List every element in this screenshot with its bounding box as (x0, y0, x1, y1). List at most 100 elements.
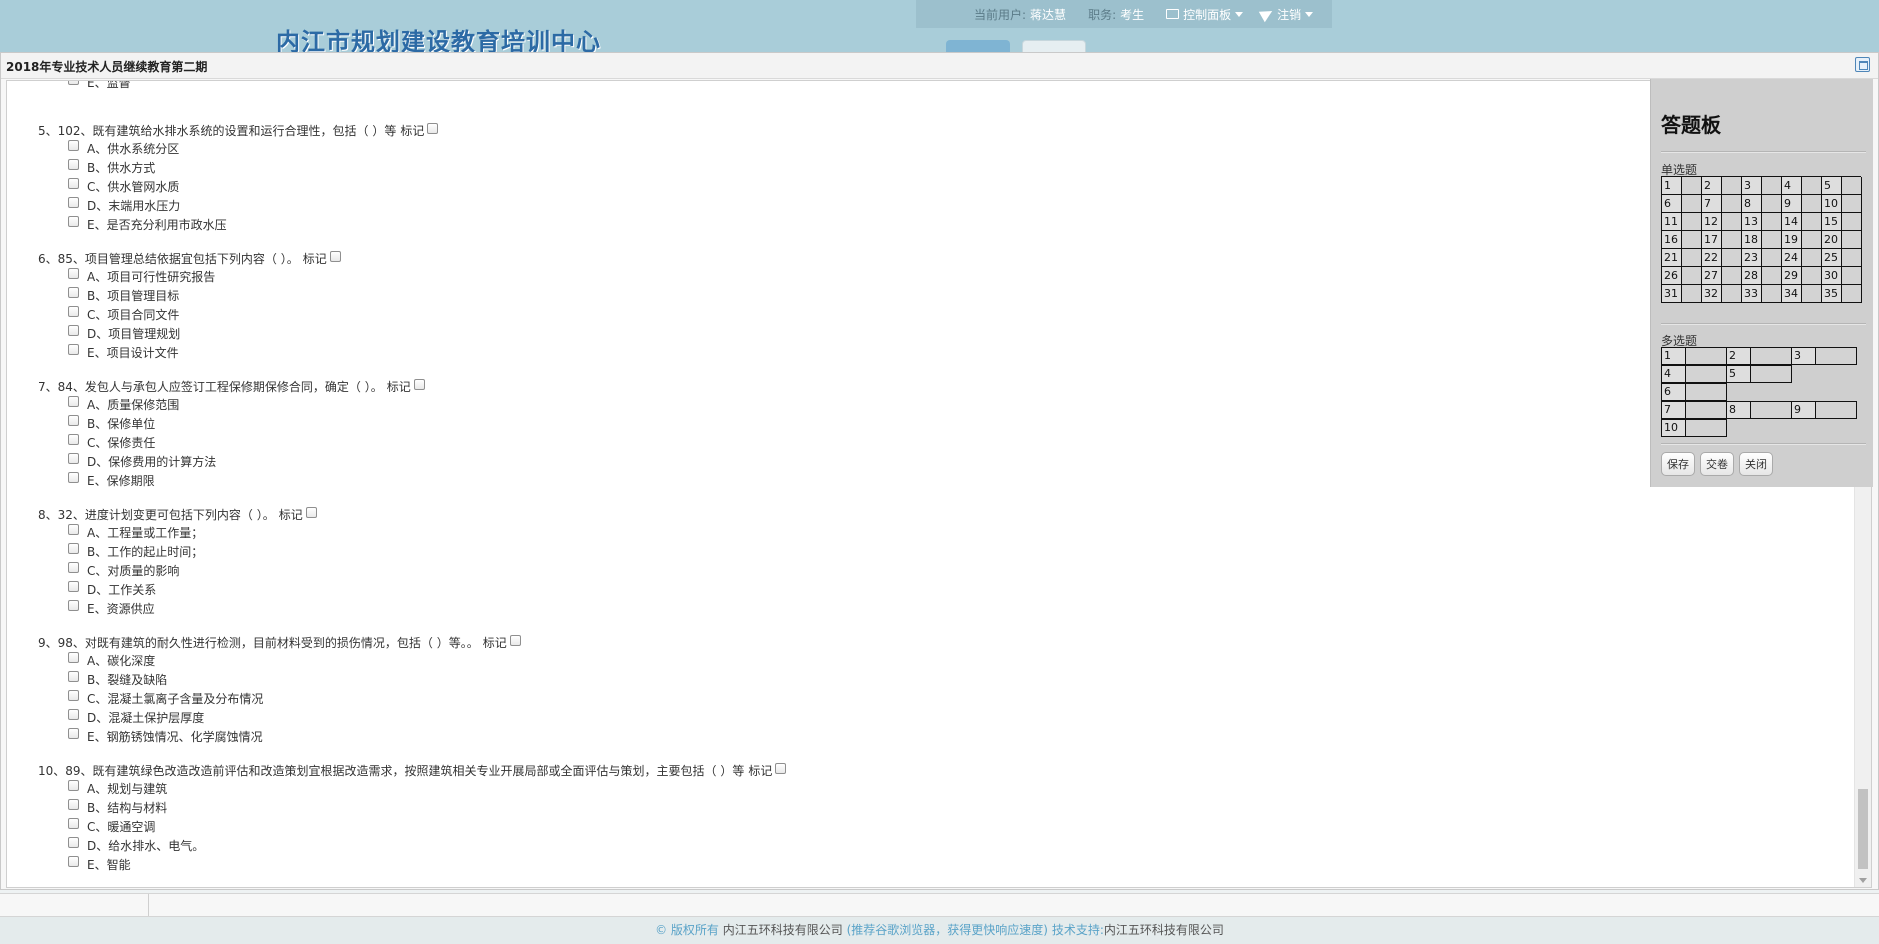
single-question-number[interactable]: 4 (1782, 177, 1802, 195)
answer-option[interactable]: D、工作关系 (38, 580, 317, 599)
single-question-number[interactable]: 26 (1662, 267, 1682, 285)
single-question-number[interactable]: 30 (1822, 267, 1842, 285)
multi-question-number[interactable]: 9 (1791, 401, 1816, 419)
mark-checkbox[interactable] (509, 634, 521, 646)
option-checkbox[interactable] (68, 671, 79, 682)
scroll-down-icon[interactable] (1859, 878, 1867, 883)
option-checkbox[interactable] (68, 306, 79, 317)
answer-option[interactable]: B、供水方式 (38, 158, 438, 177)
single-question-number[interactable]: 29 (1782, 267, 1802, 285)
option-checkbox[interactable] (68, 562, 79, 573)
option-checkbox[interactable] (68, 178, 79, 189)
option-checkbox[interactable] (68, 799, 79, 810)
multi-question-number[interactable]: 4 (1661, 365, 1686, 383)
single-question-number[interactable]: 15 (1822, 213, 1842, 231)
answer-option[interactable]: A、供水系统分区 (38, 139, 438, 158)
single-question-number[interactable]: 34 (1782, 285, 1802, 303)
single-question-number[interactable]: 13 (1742, 213, 1762, 231)
answer-option[interactable]: C、项目合同文件 (38, 305, 341, 324)
multi-question-number[interactable]: 7 (1661, 401, 1686, 419)
answer-option[interactable]: D、保修费用的计算方法 (38, 452, 425, 471)
option-checkbox[interactable] (68, 837, 79, 848)
option-checkbox[interactable] (68, 453, 79, 464)
answer-option[interactable]: A、工程量或工作量； (38, 523, 317, 542)
answer-option[interactable]: E、资源供应 (38, 599, 317, 618)
option-checkbox[interactable] (68, 780, 79, 791)
single-question-number[interactable]: 7 (1702, 195, 1722, 213)
option-checkbox[interactable] (68, 81, 79, 85)
multi-question-number[interactable]: 8 (1726, 401, 1751, 419)
single-question-number[interactable]: 27 (1702, 267, 1722, 285)
answer-option[interactable]: D、混凝土保护层厚度 (38, 708, 521, 727)
option-checkbox[interactable] (68, 690, 79, 701)
answer-option[interactable]: E、保修期限 (38, 471, 425, 490)
single-question-number[interactable]: 23 (1742, 249, 1762, 267)
option-checkbox[interactable] (68, 396, 79, 407)
mark-checkbox[interactable] (775, 762, 787, 774)
maximize-icon[interactable] (1855, 57, 1870, 72)
single-question-number[interactable]: 25 (1822, 249, 1842, 267)
option-checkbox[interactable] (68, 652, 79, 663)
answer-option[interactable]: E、监督 (38, 81, 131, 92)
single-question-number[interactable]: 21 (1662, 249, 1682, 267)
multi-question-number[interactable]: 6 (1661, 383, 1686, 401)
answer-option[interactable]: A、项目可行性研究报告 (38, 267, 341, 286)
multi-question-number[interactable]: 1 (1661, 347, 1686, 365)
option-checkbox[interactable] (68, 581, 79, 592)
single-question-number[interactable]: 20 (1822, 231, 1842, 249)
single-question-number[interactable]: 11 (1662, 213, 1682, 231)
single-question-number[interactable]: 19 (1782, 231, 1802, 249)
option-checkbox[interactable] (68, 325, 79, 336)
multi-question-number[interactable]: 10 (1661, 419, 1686, 437)
option-checkbox[interactable] (68, 818, 79, 829)
option-checkbox[interactable] (68, 709, 79, 720)
answer-option[interactable]: E、钢筋锈蚀情况、化学腐蚀情况 (38, 727, 521, 746)
option-checkbox[interactable] (68, 216, 79, 227)
close-button[interactable]: 关闭 (1739, 452, 1773, 476)
option-checkbox[interactable] (68, 268, 79, 279)
option-checkbox[interactable] (68, 344, 79, 355)
option-checkbox[interactable] (68, 728, 79, 739)
submit-button[interactable]: 交卷 (1700, 452, 1734, 476)
answer-option[interactable]: B、结构与材料 (38, 798, 786, 817)
mark-checkbox[interactable] (329, 250, 341, 262)
option-checkbox[interactable] (68, 543, 79, 554)
answer-option[interactable]: A、碳化深度 (38, 651, 521, 670)
option-checkbox[interactable] (68, 434, 79, 445)
option-checkbox[interactable] (68, 159, 79, 170)
option-checkbox[interactable] (68, 524, 79, 535)
option-checkbox[interactable] (68, 197, 79, 208)
scroll-thumb[interactable] (1858, 789, 1868, 869)
answer-option[interactable]: B、裂缝及缺陷 (38, 670, 521, 689)
answer-option[interactable]: E、是否充分利用市政水压 (38, 215, 438, 234)
single-question-number[interactable]: 2 (1702, 177, 1722, 195)
control-panel-menu[interactable]: 控制面板 (1166, 6, 1244, 23)
single-question-number[interactable]: 18 (1742, 231, 1762, 249)
save-button[interactable]: 保存 (1661, 452, 1695, 476)
option-checkbox[interactable] (68, 472, 79, 483)
single-question-number[interactable]: 35 (1822, 285, 1842, 303)
single-question-number[interactable]: 8 (1742, 195, 1762, 213)
answer-option[interactable]: B、项目管理目标 (38, 286, 341, 305)
option-checkbox[interactable] (68, 140, 79, 151)
single-question-number[interactable]: 33 (1742, 285, 1762, 303)
mark-checkbox[interactable] (305, 506, 317, 518)
single-question-number[interactable]: 24 (1782, 249, 1802, 267)
single-question-number[interactable]: 1 (1662, 177, 1682, 195)
answer-option[interactable]: C、暖通空调 (38, 817, 786, 836)
answer-option[interactable]: C、保修责任 (38, 433, 425, 452)
answer-option[interactable]: E、智能 (38, 855, 786, 874)
option-checkbox[interactable] (68, 600, 79, 611)
multi-question-number[interactable]: 2 (1726, 347, 1751, 365)
answer-option[interactable]: B、保修单位 (38, 414, 425, 433)
answer-option[interactable]: C、供水管网水质 (38, 177, 438, 196)
answer-option[interactable]: C、对质量的影响 (38, 561, 317, 580)
logout-menu[interactable]: 注销 (1258, 5, 1314, 23)
answer-option[interactable]: C、混凝土氯离子含量及分布情况 (38, 689, 521, 708)
option-checkbox[interactable] (68, 415, 79, 426)
answer-option[interactable]: B、工作的起止时间； (38, 542, 317, 561)
single-question-number[interactable]: 17 (1702, 231, 1722, 249)
answer-option[interactable]: A、质量保修范围 (38, 395, 425, 414)
answer-option[interactable]: D、末端用水压力 (38, 196, 438, 215)
single-question-number[interactable]: 31 (1662, 285, 1682, 303)
